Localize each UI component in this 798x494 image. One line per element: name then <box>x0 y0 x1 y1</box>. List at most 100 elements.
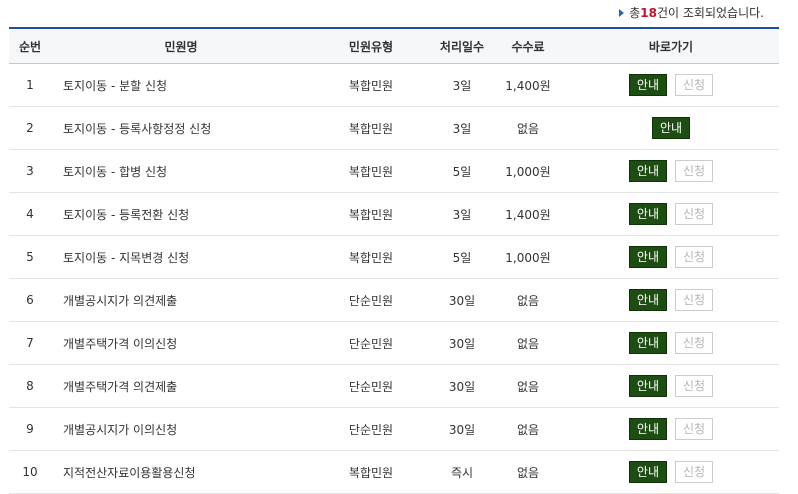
apply-button[interactable]: 신청 <box>675 160 714 182</box>
row-fee: 1,400원 <box>493 63 563 107</box>
guide-button[interactable]: 안내 <box>628 203 667 225</box>
row-name: 토지이동 - 분할 신청 <box>51 63 311 107</box>
row-type: 복합민원 <box>311 63 431 107</box>
row-name: 토지이동 - 등록사항정정 신청 <box>51 106 311 150</box>
row-fee: 없음 <box>493 364 563 408</box>
row-days: 3일 <box>431 63 493 107</box>
row-fee: 없음 <box>493 106 563 150</box>
guide-button[interactable]: 안내 <box>651 117 691 139</box>
civil-service-table: 순번 민원명 민원유형 처리일수 수수료 바로가기 1 토지이동 - 분할 신청 복… <box>9 27 779 494</box>
row-type: 복합민원 <box>311 235 431 279</box>
table-row: 7 개별주택가격 이의신청 단순민원 30일 없음 안내 신청 <box>9 321 779 365</box>
apply-button[interactable]: 신청 <box>675 332 714 354</box>
summary-prefix: 총 <box>629 6 641 20</box>
row-type: 복합민원 <box>311 450 431 494</box>
row-actions: 안내 신청 <box>563 149 779 193</box>
table-row: 2 토지이동 - 등록사항정정 신청 복합민원 3일 없음 안내 <box>9 106 779 150</box>
table-row: 8 개별주택가격 의견제출 단순민원 30일 없음 안내 신청 <box>9 364 779 408</box>
apply-button[interactable]: 신청 <box>675 246 714 268</box>
row-number: 8 <box>9 364 51 408</box>
row-type: 단순민원 <box>311 321 431 365</box>
row-number: 9 <box>9 407 51 451</box>
table-row: 5 토지이동 - 지목변경 신청 복합민원 5일 1,000원 안내 신청 <box>9 235 779 279</box>
table-row: 10 지적전산자료이용활용신청 복합민원 즉시 없음 안내 신청 <box>9 450 779 494</box>
row-name: 개별공시지가 이의신청 <box>51 407 311 451</box>
row-name: 지적전산자료이용활용신청 <box>51 450 311 494</box>
row-days: 3일 <box>431 192 493 236</box>
result-summary: 총 18 건이 조회되었습니다. <box>619 4 764 21</box>
row-actions: 안내 신청 <box>563 407 779 451</box>
row-fee: 1,000원 <box>493 235 563 279</box>
row-fee: 1,000원 <box>493 149 563 193</box>
row-fee: 없음 <box>493 450 563 494</box>
guide-button[interactable]: 안내 <box>628 375 667 397</box>
col-header-fee: 수수료 <box>493 27 563 64</box>
row-number: 7 <box>9 321 51 365</box>
row-actions: 안내 신청 <box>563 278 779 322</box>
row-fee: 없음 <box>493 278 563 322</box>
row-actions: 안내 <box>563 106 779 150</box>
apply-button[interactable]: 신청 <box>675 418 714 440</box>
row-number: 3 <box>9 149 51 193</box>
guide-button[interactable]: 안내 <box>628 160 667 182</box>
row-type: 단순민원 <box>311 364 431 408</box>
row-days: 30일 <box>431 407 493 451</box>
apply-button[interactable]: 신청 <box>675 289 714 311</box>
row-number: 5 <box>9 235 51 279</box>
guide-button[interactable]: 안내 <box>628 246 667 268</box>
col-header-number: 순번 <box>9 27 51 64</box>
table-row: 9 개별공시지가 이의신청 단순민원 30일 없음 안내 신청 <box>9 407 779 451</box>
row-number: 6 <box>9 278 51 322</box>
apply-button[interactable]: 신청 <box>675 461 714 483</box>
row-name: 토지이동 - 지목변경 신청 <box>51 235 311 279</box>
row-number: 10 <box>9 450 51 494</box>
row-type: 단순민원 <box>311 278 431 322</box>
apply-button[interactable]: 신청 <box>675 375 714 397</box>
row-days: 5일 <box>431 235 493 279</box>
row-number: 1 <box>9 63 51 107</box>
row-actions: 안내 신청 <box>563 321 779 365</box>
row-days: 30일 <box>431 321 493 365</box>
row-name: 토지이동 - 합병 신청 <box>51 149 311 193</box>
col-header-days: 처리일수 <box>431 27 493 64</box>
col-header-type: 민원유형 <box>311 27 431 64</box>
result-count: 18 <box>640 5 657 20</box>
row-name: 토지이동 - 등록전환 신청 <box>51 192 311 236</box>
row-days: 30일 <box>431 278 493 322</box>
guide-button[interactable]: 안내 <box>628 418 667 440</box>
row-days: 즉시 <box>431 450 493 494</box>
guide-button[interactable]: 안내 <box>628 332 667 354</box>
table-row: 3 토지이동 - 합병 신청 복합민원 5일 1,000원 안내 신청 <box>9 149 779 193</box>
row-type: 복합민원 <box>311 149 431 193</box>
apply-button[interactable]: 신청 <box>675 74 714 96</box>
col-header-shortcut: 바로가기 <box>563 27 779 64</box>
guide-button[interactable]: 안내 <box>628 461 667 483</box>
table-header-row: 순번 민원명 민원유형 처리일수 수수료 바로가기 <box>9 27 779 64</box>
guide-button[interactable]: 안내 <box>628 289 667 311</box>
row-actions: 안내 신청 <box>563 364 779 408</box>
row-type: 복합민원 <box>311 192 431 236</box>
row-fee: 없음 <box>493 321 563 365</box>
apply-button[interactable]: 신청 <box>675 203 714 225</box>
table-row: 4 토지이동 - 등록전환 신청 복합민원 3일 1,400원 안내 신청 <box>9 192 779 236</box>
table-row: 1 토지이동 - 분할 신청 복합민원 3일 1,400원 안내 신청 <box>9 63 779 107</box>
row-actions: 안내 신청 <box>563 235 779 279</box>
row-number: 2 <box>9 106 51 150</box>
summary-suffix: 건이 조회되었습니다. <box>657 6 764 20</box>
row-actions: 안내 신청 <box>563 63 779 107</box>
row-actions: 안내 신청 <box>563 450 779 494</box>
table-row: 6 개별공시지가 의견제출 단순민원 30일 없음 안내 신청 <box>9 278 779 322</box>
row-days: 30일 <box>431 364 493 408</box>
row-type: 복합민원 <box>311 106 431 150</box>
row-fee: 없음 <box>493 407 563 451</box>
arrow-right-icon <box>619 8 625 17</box>
row-name: 개별주택가격 이의신청 <box>51 321 311 365</box>
row-fee: 1,400원 <box>493 192 563 236</box>
row-number: 4 <box>9 192 51 236</box>
row-type: 단순민원 <box>311 407 431 451</box>
row-actions: 안내 신청 <box>563 192 779 236</box>
row-days: 5일 <box>431 149 493 193</box>
row-name: 개별공시지가 의견제출 <box>51 278 311 322</box>
row-name: 개별주택가격 의견제출 <box>51 364 311 408</box>
guide-button[interactable]: 안내 <box>628 74 667 96</box>
